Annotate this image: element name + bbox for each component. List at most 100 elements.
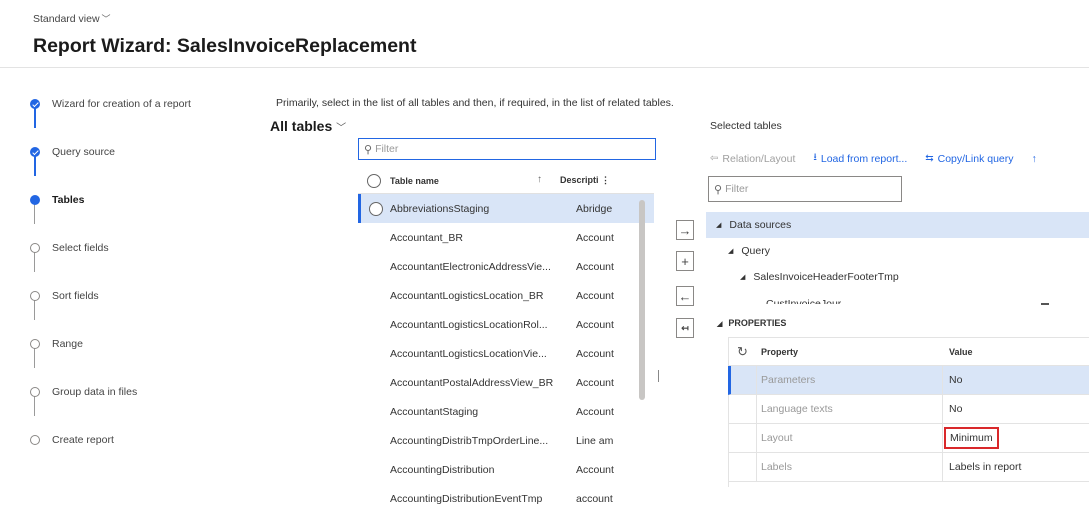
relation-layout-button[interactable]: ⇦ Relation/Layout bbox=[710, 150, 795, 167]
property-row-parameters[interactable]: Parameters No bbox=[728, 366, 1089, 395]
instructions-text: Primarily, select in the list of all tab… bbox=[276, 97, 674, 109]
overflow-button[interactable]: ↑ bbox=[1032, 150, 1037, 167]
description-cell: Account bbox=[576, 318, 614, 331]
description-cell: Abridge bbox=[576, 202, 613, 215]
table-row[interactable]: AccountingDistributionEventTmp account bbox=[358, 484, 654, 508]
table-name-cell: AccountantLogisticsLocation_BR bbox=[390, 289, 544, 302]
step-label: Select fields bbox=[52, 242, 109, 254]
step-pending-icon bbox=[30, 435, 40, 445]
table-name-cell: AccountantLogisticsLocationVie... bbox=[390, 347, 547, 360]
grid-scrollbar[interactable] bbox=[639, 200, 645, 400]
properties-section-header[interactable]: ◢ PROPERTIES bbox=[717, 318, 786, 328]
add-all-button[interactable]: + bbox=[676, 251, 694, 271]
step-label: Create report bbox=[52, 434, 114, 446]
properties-header: ↻ Property Value bbox=[728, 338, 1089, 366]
column-header-table-name[interactable]: Table name ↑ bbox=[390, 174, 560, 186]
property-value[interactable]: No bbox=[943, 403, 962, 415]
step-wizard-creation[interactable]: Wizard for creation of a report bbox=[30, 94, 191, 114]
selected-tables-filter-input[interactable]: ⚲ Filter bbox=[708, 176, 902, 202]
load-from-report-button[interactable]: ⭳ Load from report... bbox=[813, 150, 907, 167]
table-name-cell: AccountantElectronicAddressVie... bbox=[390, 260, 551, 273]
all-tables-dropdown[interactable]: All tables ﹀ bbox=[270, 118, 346, 134]
column-header-label: Descripti bbox=[560, 175, 599, 185]
property-value-highlighted[interactable]: Minimum bbox=[943, 427, 999, 449]
property-row-labels[interactable]: Labels Labels in report bbox=[728, 453, 1089, 482]
tree-node-table[interactable]: ◢ SalesInvoiceHeaderFooterTmp bbox=[706, 264, 1089, 290]
table-row[interactable]: AccountantLogisticsLocationRol... Accoun… bbox=[358, 310, 654, 339]
remove-all-icon: ↤ bbox=[681, 322, 689, 333]
copy-link-query-button[interactable]: ⇆ Copy/Link query bbox=[925, 150, 1013, 167]
property-name: Layout bbox=[757, 424, 943, 452]
step-group-data[interactable]: Group data in files bbox=[30, 382, 137, 402]
link-icon: ⇆ bbox=[925, 153, 934, 164]
description-cell: Account bbox=[576, 289, 614, 302]
column-header-description[interactable]: Descripti ⋮ bbox=[560, 175, 640, 186]
property-name: Labels bbox=[757, 453, 943, 481]
remove-all-button[interactable]: ↤ bbox=[676, 318, 694, 338]
table-row[interactable]: Accountant_BR Account bbox=[358, 223, 654, 252]
table-name-cell: AccountantPostalAddressView_BR bbox=[390, 376, 554, 389]
header-divider bbox=[0, 67, 1089, 68]
step-done-icon bbox=[30, 147, 40, 157]
column-header-label: Table name bbox=[390, 175, 439, 186]
tree-node-child-clipped[interactable]: CustInvoiceJour bbox=[766, 296, 841, 304]
highlight-box: Minimum bbox=[944, 427, 999, 449]
tree-node-label: Data sources bbox=[729, 219, 792, 231]
tree-node-label: Query bbox=[741, 245, 770, 257]
table-row[interactable]: AccountantLogisticsLocation_BR Account bbox=[358, 281, 654, 310]
select-all-radio[interactable] bbox=[367, 173, 381, 188]
download-icon: ⭳ bbox=[813, 152, 817, 163]
section-title: PROPERTIES bbox=[728, 318, 787, 328]
step-range[interactable]: Range bbox=[30, 334, 83, 354]
step-query-source[interactable]: Query source bbox=[30, 142, 115, 162]
step-pending-icon bbox=[30, 243, 40, 253]
step-create-report[interactable]: Create report bbox=[30, 430, 114, 450]
description-cell: account bbox=[576, 492, 613, 505]
selected-tables-label: Selected tables bbox=[710, 120, 782, 132]
property-value[interactable]: Labels in report bbox=[943, 461, 1021, 473]
tree-node-data-sources[interactable]: ◢ Data sources bbox=[706, 212, 1089, 238]
properties-grid: ↻ Property Value Parameters No Language … bbox=[728, 337, 1089, 482]
property-name: Language texts bbox=[757, 395, 943, 423]
table-row[interactable]: AccountingDistribution Account bbox=[358, 455, 654, 484]
search-icon: ⚲ bbox=[364, 143, 373, 156]
property-row-layout[interactable]: Layout Minimum bbox=[728, 424, 1089, 453]
table-name-cell: AccountingDistribTmpOrderLine... bbox=[390, 434, 549, 447]
table-row[interactable]: AccountantPostalAddressView_BR Account bbox=[358, 368, 654, 397]
step-label: Tables bbox=[52, 194, 85, 206]
expand-triangle-icon: ◢ bbox=[716, 222, 722, 229]
step-select-fields[interactable]: Select fields bbox=[30, 238, 109, 258]
step-pending-icon bbox=[30, 291, 40, 301]
refresh-icon[interactable]: ↻ bbox=[728, 344, 757, 360]
table-row[interactable]: AccountingDistribTmpOrderLine... Line am bbox=[358, 426, 654, 455]
property-row-language-texts[interactable]: Language texts No bbox=[728, 395, 1089, 424]
table-row[interactable]: AbbreviationsStaging Abridge bbox=[358, 194, 654, 223]
step-label: Wizard for creation of a report bbox=[52, 98, 191, 110]
button-label: Load from report... bbox=[820, 152, 908, 165]
table-name-cell: AbbreviationsStaging bbox=[390, 202, 490, 215]
step-done-icon bbox=[30, 99, 40, 109]
row-select-radio[interactable] bbox=[368, 201, 383, 216]
step-sort-fields[interactable]: Sort fields bbox=[30, 286, 99, 306]
minimize-icon[interactable] bbox=[1041, 303, 1049, 305]
property-value[interactable]: No bbox=[943, 374, 962, 386]
remove-table-button[interactable]: ← bbox=[676, 286, 694, 306]
all-tables-label: All tables bbox=[270, 118, 333, 134]
page-title: Report Wizard: SalesInvoiceReplacement bbox=[33, 35, 417, 57]
property-name: Parameters bbox=[757, 366, 943, 394]
expand-triangle-icon: ◢ bbox=[717, 321, 723, 328]
tree-node-label: SalesInvoiceHeaderFooterTmp bbox=[753, 271, 899, 283]
add-table-button[interactable]: → bbox=[676, 220, 694, 240]
description-cell: Line am bbox=[576, 434, 614, 447]
table-row[interactable]: AccountantStaging Account bbox=[358, 397, 654, 426]
table-row[interactable]: AccountantElectronicAddressVie... Accoun… bbox=[358, 252, 654, 281]
table-name-cell: Accountant_BR bbox=[390, 231, 463, 244]
table-row[interactable]: AccountantLogisticsLocationVie... Accoun… bbox=[358, 339, 654, 368]
pane-splitter[interactable] bbox=[658, 370, 659, 382]
tree-node-query[interactable]: ◢ Query bbox=[706, 238, 1089, 264]
standard-view-dropdown[interactable]: Standard view ﹀ bbox=[33, 12, 111, 25]
all-tables-filter-input[interactable]: ⚲ Filter bbox=[358, 138, 656, 160]
data-source-tree: ◢ Data sources ◢ Query ◢ SalesInvoiceHea… bbox=[706, 212, 1089, 290]
step-tables[interactable]: Tables bbox=[30, 190, 84, 210]
filter-placeholder: Filter bbox=[375, 143, 399, 155]
